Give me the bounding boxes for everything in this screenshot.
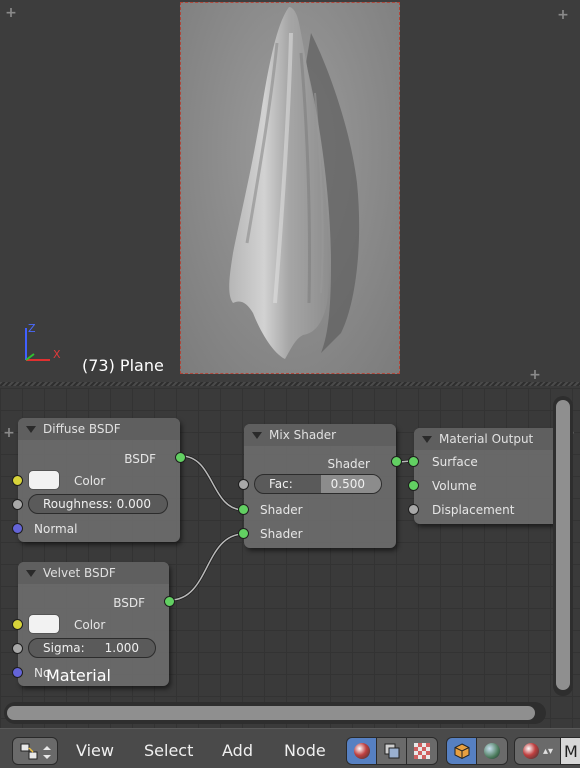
image-layers-icon [384, 743, 399, 759]
input-label-shader-2: Shader [260, 527, 303, 541]
input-label-surface: Surface [432, 455, 478, 469]
3d-viewport[interactable]: + + + Z X (73) Plane [0, 0, 580, 386]
axis-gizmo: Z X [25, 322, 61, 361]
world-context-button[interactable] [477, 738, 507, 764]
output-label-shader: Shader [327, 457, 370, 471]
world-icon [484, 743, 500, 759]
node-header[interactable]: Mix Shader [244, 424, 396, 446]
input-socket-shader-1[interactable] [238, 504, 249, 515]
material-browse-button[interactable]: ▴▾ [515, 738, 561, 764]
mix-shader-node[interactable]: Mix Shader Shader Fac: 0.500 Shader Shad… [238, 424, 402, 548]
area-divider[interactable] [0, 382, 580, 386]
checker-texture-icon [414, 743, 430, 759]
input-label-normal: Normal [34, 522, 78, 536]
slider-value: 1.000 [104, 641, 139, 655]
shader-type-toggle [346, 737, 438, 765]
menu-view[interactable]: View [76, 741, 114, 760]
axis-z-label: Z [28, 322, 36, 335]
area-split-top-left-icon[interactable]: + [4, 6, 18, 20]
slider-value: 0.000 [116, 497, 151, 511]
node-title: Diffuse BSDF [43, 422, 121, 436]
collapse-triangle-icon[interactable] [26, 425, 36, 433]
shader-context-toggle [446, 737, 508, 765]
input-socket-normal[interactable] [12, 667, 23, 678]
material-sphere-icon [522, 743, 539, 759]
texture-nodes-button[interactable] [407, 738, 437, 764]
roughness-slider[interactable]: Roughness: 0.000 [28, 494, 168, 514]
slider-label: Roughness: [43, 497, 113, 511]
axis-x-label: X [53, 348, 61, 361]
material-output-node[interactable]: Material Output Surface Volume Displacem… [408, 428, 560, 524]
node-title: Material Output [439, 432, 534, 446]
sigma-slider[interactable]: Sigma: 1.000 [28, 638, 156, 658]
slider-value: 0.500 [330, 477, 365, 491]
input-socket-volume[interactable] [408, 480, 419, 491]
output-label-bsdf: BSDF [113, 596, 145, 610]
input-socket-normal[interactable] [12, 523, 23, 534]
editor-type-selector[interactable] [12, 737, 58, 765]
hanging-cloth-render [229, 7, 360, 359]
area-split-top-right-icon[interactable]: + [556, 8, 570, 22]
material-name-field[interactable]: M [560, 737, 580, 765]
input-label-volume: Volume [432, 479, 477, 493]
object-context-button[interactable] [447, 738, 477, 764]
collapse-triangle-icon[interactable] [26, 569, 36, 577]
color-swatch[interactable] [28, 614, 60, 634]
material-name-label: Material [46, 666, 111, 685]
camera-render-frame [180, 2, 400, 374]
horizontal-scrollbar[interactable] [4, 702, 546, 724]
material-browse: ▴▾ [514, 737, 562, 765]
menu-node[interactable]: Node [284, 741, 326, 760]
output-socket-bsdf[interactable] [175, 452, 186, 463]
menu-add[interactable]: Add [222, 741, 253, 760]
input-label-displacement: Displacement [432, 503, 515, 517]
input-socket-displacement[interactable] [408, 504, 419, 515]
node-title: Velvet BSDF [43, 566, 116, 580]
blender-window: + + + Z X (73) Plane + Diffuse BSDF BSDF… [0, 0, 580, 768]
material-sphere-icon [353, 743, 370, 759]
node-editor[interactable]: + + Diffuse BSDF BSDF Color Roughness: 0… [0, 388, 580, 728]
collapse-triangle-icon[interactable] [422, 435, 432, 443]
node-header[interactable]: Material Output [414, 428, 560, 450]
area-split-left-icon[interactable]: + [2, 426, 16, 440]
node-editor-icon [20, 743, 51, 760]
compositing-nodes-button[interactable] [377, 738, 407, 764]
color-swatch[interactable] [28, 470, 60, 490]
input-label-color: Color [74, 474, 106, 488]
node-title: Mix Shader [269, 428, 337, 442]
slider-label: Sigma: [43, 641, 85, 655]
menu-select[interactable]: Select [144, 741, 193, 760]
node-editor-header: View Select Add Node ▴▾ M [0, 728, 580, 768]
input-label-shader-1: Shader [260, 503, 303, 517]
output-socket-shader[interactable] [391, 456, 402, 467]
dropdown-arrows-icon: ▴▾ [542, 745, 554, 757]
diffuse-bsdf-node[interactable]: Diffuse BSDF BSDF Color Roughness: 0.000… [12, 418, 186, 542]
node-header[interactable]: Diffuse BSDF [18, 418, 180, 440]
input-socket-surface[interactable] [408, 456, 419, 467]
area-split-bottom-right-icon[interactable]: + [528, 368, 542, 382]
input-socket-color[interactable] [12, 475, 23, 486]
vertical-scrollbar[interactable] [553, 396, 573, 696]
horizontal-scrollbar-thumb[interactable] [7, 706, 535, 720]
input-socket-shader-2[interactable] [238, 528, 249, 539]
cube-icon [454, 743, 469, 760]
slider-label: Fac: [269, 477, 293, 491]
collapse-triangle-icon[interactable] [252, 431, 262, 439]
shader-nodes-button[interactable] [347, 738, 377, 764]
output-socket-bsdf[interactable] [164, 596, 175, 607]
output-label-bsdf: BSDF [124, 452, 156, 466]
vertical-scrollbar-thumb[interactable] [556, 400, 570, 690]
frame-object-label: (73) Plane [82, 356, 164, 375]
node-header[interactable]: Velvet BSDF [18, 562, 169, 584]
input-label-color: Color [74, 618, 106, 632]
fac-slider[interactable]: Fac: 0.500 [254, 474, 382, 494]
input-socket-roughness[interactable] [12, 499, 23, 510]
input-socket-sigma[interactable] [12, 643, 23, 654]
input-socket-color[interactable] [12, 619, 23, 630]
input-socket-fac[interactable] [238, 479, 249, 490]
